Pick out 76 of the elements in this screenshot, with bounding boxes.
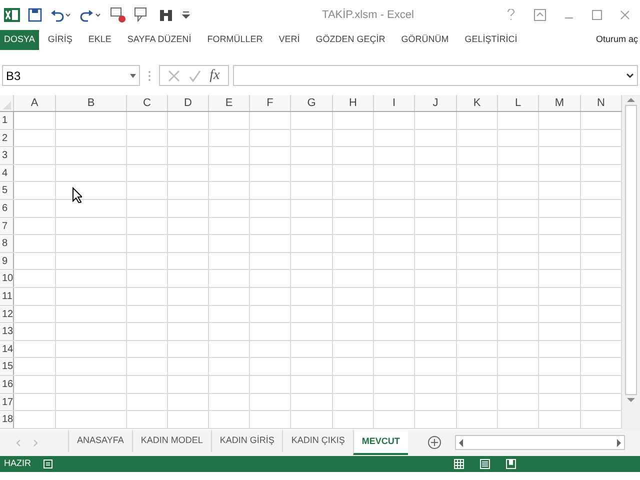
- row-header[interactable]: 14: [0, 340, 14, 358]
- scroll-down-icon[interactable]: [627, 397, 635, 403]
- insert-function-button[interactable]: fx: [210, 65, 220, 86]
- ribbon-tab[interactable]: GÖZDEN GEÇİR: [312, 30, 388, 50]
- row-header[interactable]: 10: [0, 270, 14, 287]
- row-header[interactable]: 6: [0, 200, 14, 217]
- row-header[interactable]: 9: [0, 252, 14, 270]
- column-header[interactable]: B: [56, 95, 127, 111]
- ribbon-tab[interactable]: GÖRÜNÜM: [398, 30, 452, 50]
- window-title: TAKİP.xlsm - Excel: [321, 8, 415, 23]
- row-header[interactable]: 13: [0, 323, 14, 340]
- help-icon[interactable]: [506, 9, 516, 21]
- close-icon[interactable]: [620, 10, 630, 20]
- undo-icon[interactable]: [50, 8, 72, 22]
- name-box[interactable]: B3: [2, 65, 140, 86]
- row-header[interactable]: 17: [0, 394, 14, 410]
- row-header[interactable]: 11: [0, 288, 14, 305]
- row-header[interactable]: 7: [0, 218, 14, 234]
- sign-in-link[interactable]: Oturum aç: [596, 33, 638, 47]
- row-header[interactable]: 16: [0, 376, 14, 392]
- scroll-left-icon[interactable]: [458, 438, 464, 446]
- ribbon-tab[interactable]: VERİ: [276, 30, 303, 50]
- formula-input[interactable]: [233, 65, 638, 86]
- sheet-tab[interactable]: MEVCUT: [352, 430, 408, 455]
- horizontal-scrollbar[interactable]: [454, 435, 625, 450]
- cell-reference: B3: [6, 68, 22, 84]
- mouse-pointer-icon: [72, 187, 82, 203]
- page-break-icon[interactable]: [506, 459, 516, 469]
- maximize-icon[interactable]: [592, 10, 602, 20]
- scroll-right-icon[interactable]: [616, 438, 622, 446]
- row-header[interactable]: 8: [0, 235, 14, 252]
- column-header[interactable]: E: [209, 95, 250, 111]
- row-header[interactable]: 18: [0, 411, 14, 428]
- ribbon-display-icon[interactable]: [534, 9, 546, 21]
- ribbon-tab[interactable]: GİRİŞ: [44, 30, 76, 50]
- dropdown-caret-icon[interactable]: [130, 74, 136, 78]
- normal-view-icon[interactable]: [454, 459, 464, 469]
- column-header[interactable]: D: [168, 95, 209, 111]
- row-header[interactable]: 15: [0, 358, 14, 375]
- column-header[interactable]: F: [250, 95, 291, 111]
- ribbon-tab[interactable]: GELİŞTİRİCİ: [462, 30, 520, 50]
- save-icon[interactable]: [28, 8, 42, 22]
- expand-caret-icon[interactable]: [626, 72, 634, 78]
- page-layout-icon[interactable]: [480, 459, 490, 469]
- sheet-tab[interactable]: KADIN MODEL: [132, 430, 211, 452]
- ribbon-tab[interactable]: EKLE: [85, 30, 114, 50]
- column-header[interactable]: H: [333, 95, 374, 111]
- row-header[interactable]: 1: [0, 112, 14, 129]
- row-header[interactable]: 4: [0, 164, 14, 182]
- column-header[interactable]: I: [374, 95, 415, 111]
- row-header[interactable]: 2: [0, 130, 14, 146]
- column-header[interactable]: A: [14, 95, 56, 111]
- customize-caret-icon[interactable]: [182, 10, 190, 20]
- column-header[interactable]: L: [498, 95, 539, 111]
- grip-icon: [148, 70, 151, 80]
- row-header[interactable]: 3: [0, 147, 14, 164]
- column-header[interactable]: C: [127, 95, 168, 111]
- scroll-up-icon[interactable]: [627, 97, 635, 103]
- vertical-scrollbar[interactable]: [622, 95, 640, 430]
- sheet-tab[interactable]: ANASAYFA: [68, 430, 132, 452]
- sheet-tab[interactable]: KADIN GİRİŞ: [210, 430, 282, 452]
- add-sheet-icon[interactable]: [428, 436, 441, 449]
- column-header[interactable]: M: [539, 95, 581, 111]
- spreadsheet-app-icon[interactable]: [4, 7, 20, 23]
- row-header[interactable]: 5: [0, 182, 14, 199]
- ribbon-tab[interactable]: SAYFA DÜZENİ: [124, 30, 194, 50]
- status-text: HAZIR: [4, 457, 31, 470]
- row-header[interactable]: 12: [0, 306, 14, 322]
- column-header[interactable]: K: [457, 95, 498, 111]
- file-tab[interactable]: DOSYA: [0, 30, 39, 50]
- column-header[interactable]: J: [415, 95, 457, 111]
- redo-icon[interactable]: [80, 8, 102, 22]
- ribbon-tab[interactable]: FORMÜLLER: [204, 30, 266, 50]
- column-header[interactable]: G: [291, 95, 333, 111]
- check-icon[interactable]: [188, 70, 201, 82]
- macro-record-icon[interactable]: [43, 459, 53, 469]
